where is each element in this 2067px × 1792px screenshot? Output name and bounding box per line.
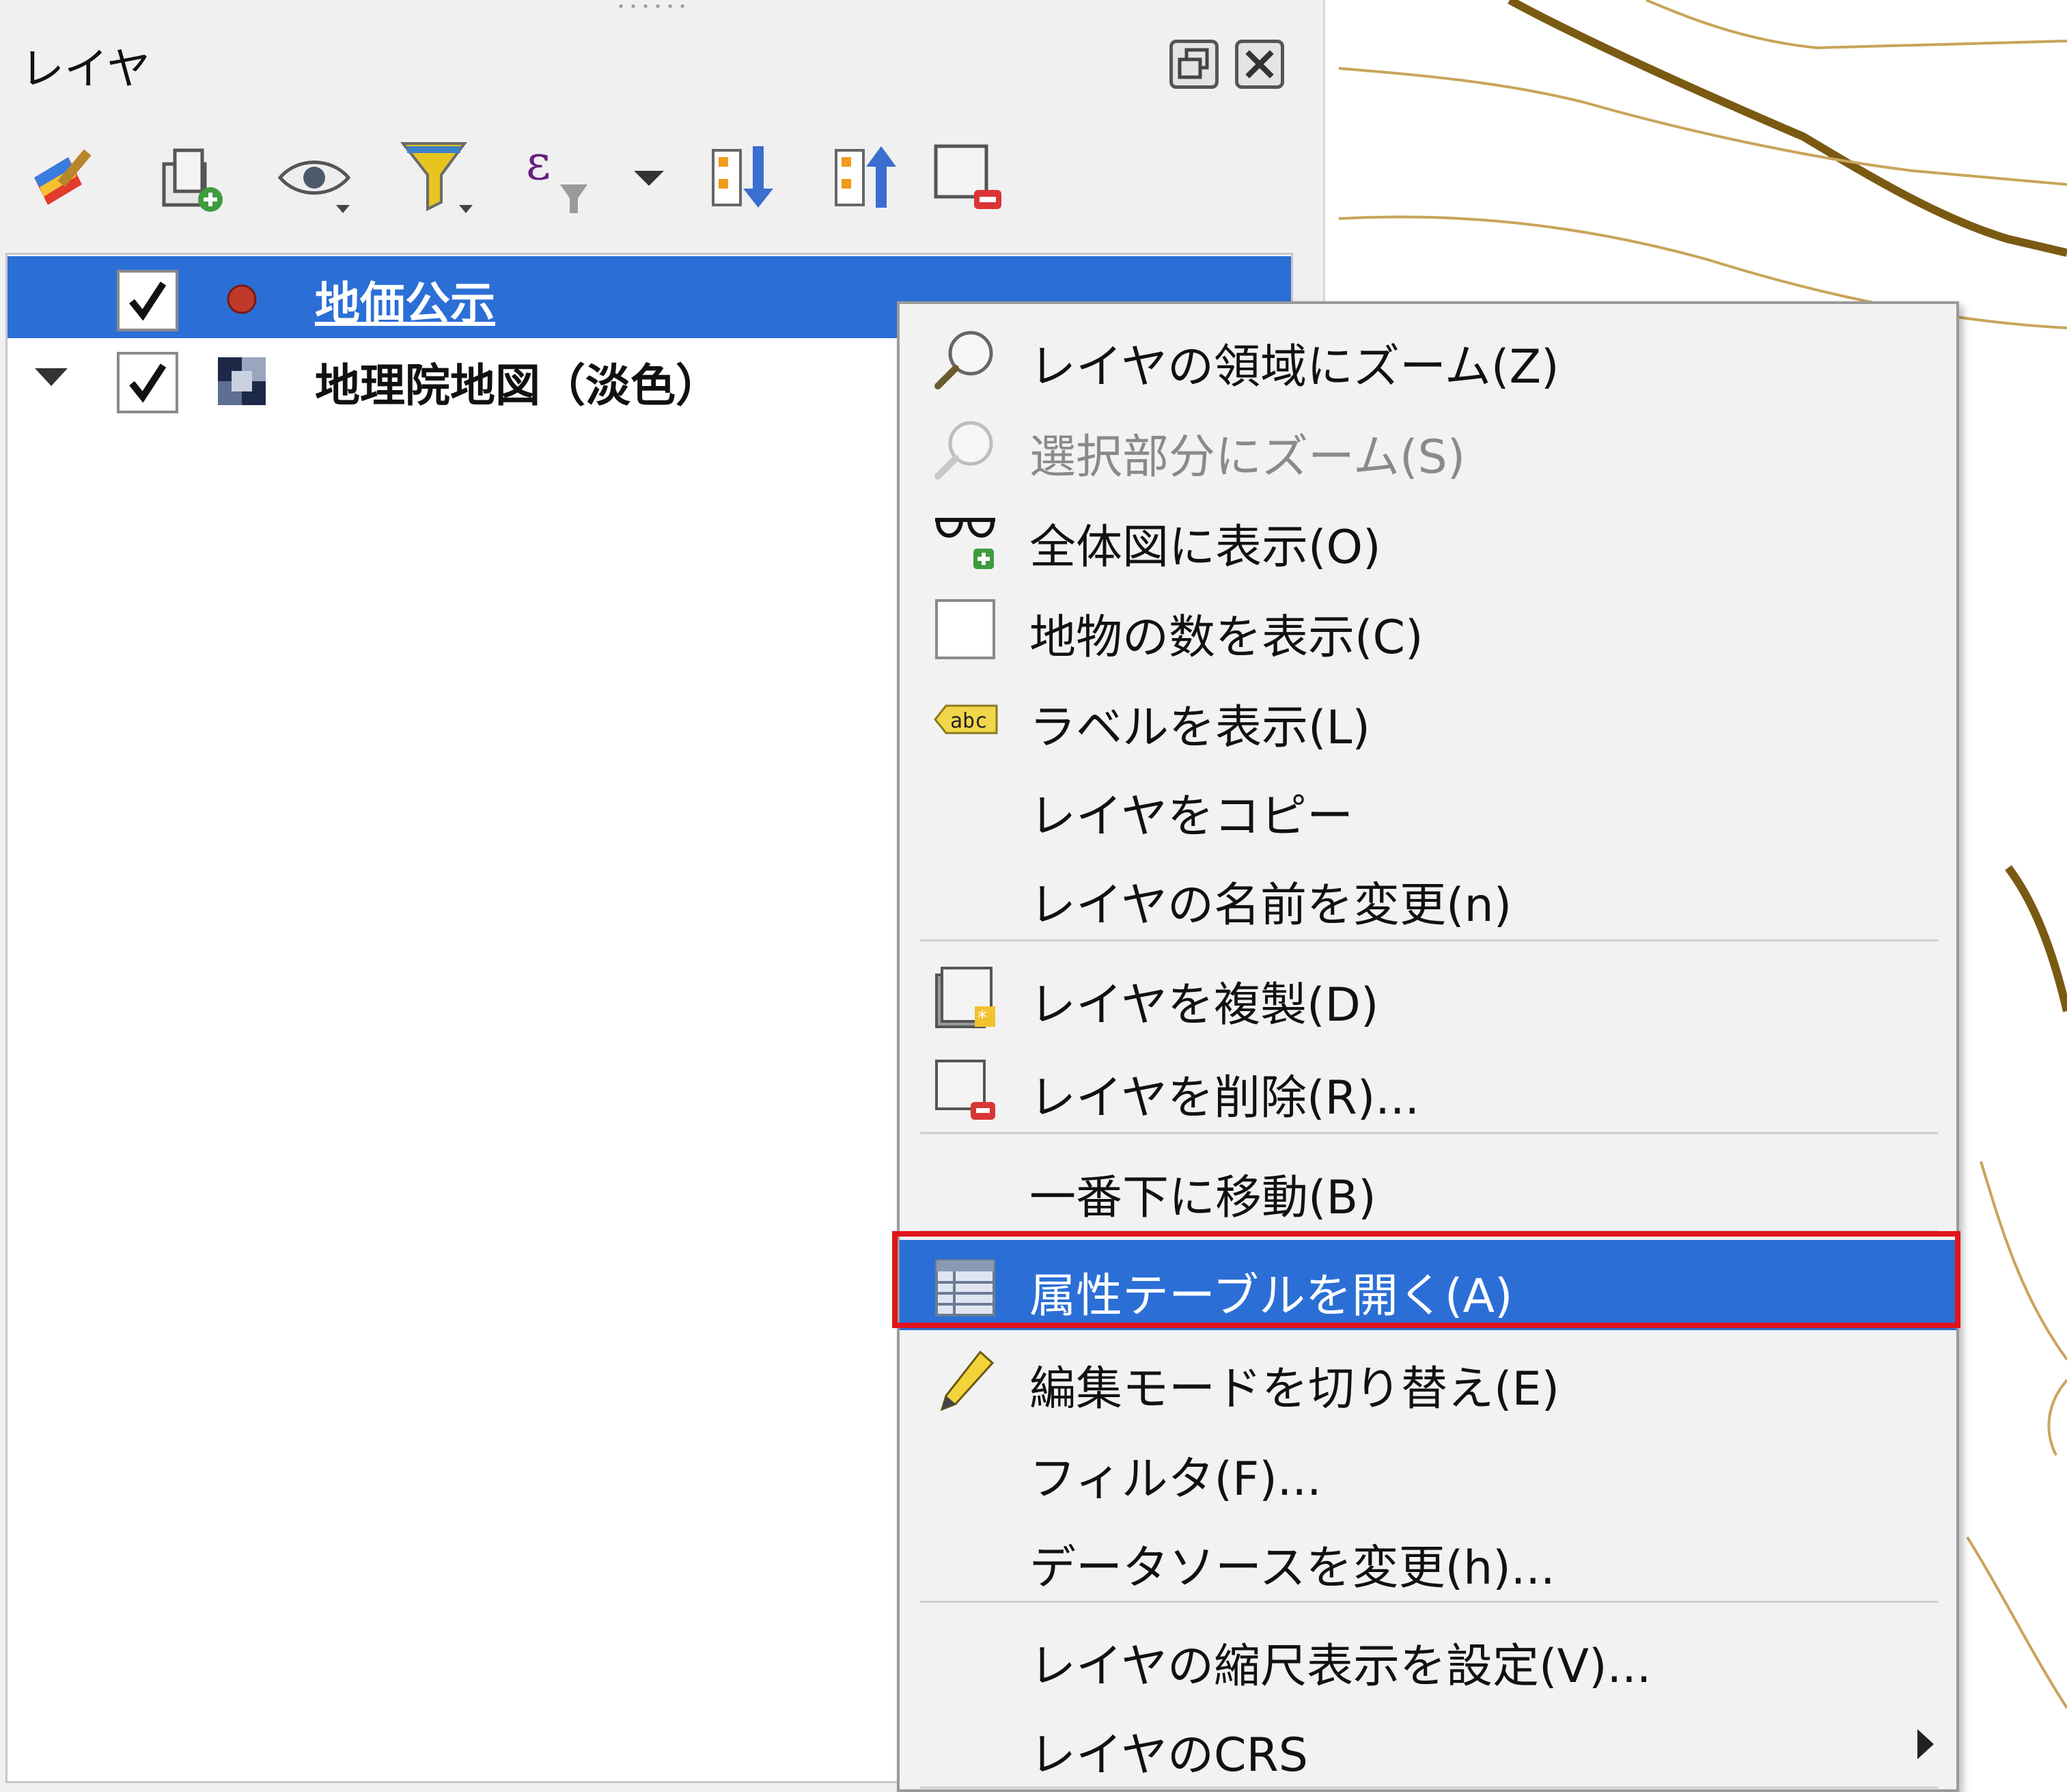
float-window-icon <box>1178 48 1209 79</box>
menu-separator <box>920 1601 1938 1603</box>
expand-all-icon <box>712 146 773 208</box>
menu-item-change-datasource[interactable]: データソースを変更(h)... <box>900 1512 1956 1602</box>
menu-item-label: 属性テーブルを開く(A) <box>1029 1269 1513 1323</box>
layer-name[interactable]: 地価公示 <box>315 267 495 333</box>
menu-item-label: 一番下に移動(B) <box>1029 1171 1376 1225</box>
menu-separator <box>920 1787 1938 1789</box>
menu-item-toggle-editing[interactable]: 編集モードを切り替え(E) <box>900 1333 1956 1423</box>
menu-separator <box>920 939 1938 941</box>
close-panel-button[interactable] <box>1235 40 1284 89</box>
remove-layer-icon <box>934 144 1001 209</box>
visibility-button[interactable] <box>266 130 362 225</box>
remove-layer-button[interactable] <box>922 130 1018 225</box>
menu-separator <box>920 1132 1938 1134</box>
menu-item-label: レイヤの名前を変更(n) <box>1029 879 1512 933</box>
expression-dropdown-button[interactable] <box>622 130 676 225</box>
menu-item-copy-layer[interactable]: レイヤをコピー <box>900 760 1956 851</box>
attribute-table-icon <box>935 1259 995 1317</box>
dock-grip-handle[interactable] <box>615 3 690 10</box>
svg-text:abc: abc <box>950 709 987 733</box>
menu-item-label: 編集モードを切り替え(E) <box>1029 1362 1560 1416</box>
menu-item-label: 選択部分にズーム(S) <box>1029 430 1466 484</box>
expand-all-button[interactable] <box>697 130 792 225</box>
overview-glasses-icon <box>935 518 995 569</box>
menu-item-label: ラベルを表示(L) <box>1029 701 1370 755</box>
layer-name[interactable]: 地理院地図（淡色） <box>315 349 721 415</box>
menu-item-rename-layer[interactable]: レイヤの名前を変更(n) <box>900 849 1956 939</box>
menu-item-label: データソースを変更(h)... <box>1029 1541 1555 1595</box>
menu-item-label: レイヤのCRS <box>1029 1728 1308 1782</box>
checkbox-icon <box>935 599 995 659</box>
menu-item-show-feature-count[interactable]: 地物の数を表示(C) <box>900 581 1956 672</box>
expression-filter-button[interactable]: ε <box>512 130 608 225</box>
menu-item-show-labels[interactable]: abc ラベルを表示(L) <box>900 672 1956 762</box>
menu-item-filter[interactable]: フィルタ(F)... <box>900 1423 1956 1513</box>
menu-item-layer-crs[interactable]: レイヤのCRS <box>900 1699 1956 1789</box>
menu-item-move-to-bottom[interactable]: 一番下に移動(B) <box>900 1142 1956 1232</box>
zoom-layer-icon <box>934 331 993 389</box>
style-manager-button[interactable] <box>20 130 116 225</box>
menu-item-zoom-to-selection[interactable]: 選択部分にズーム(S) <box>900 401 1956 491</box>
edit-pencil-icon <box>940 1350 995 1411</box>
expand-arrow-icon[interactable] <box>35 368 68 386</box>
point-layer-icon <box>227 284 257 314</box>
menu-separator <box>920 1230 1938 1232</box>
visibility-eye-icon <box>277 161 351 213</box>
menu-item-open-attribute-table[interactable]: 属性テーブルを開く(A) <box>900 1240 1956 1330</box>
float-panel-button[interactable] <box>1169 40 1219 89</box>
layer-context-menu: レイヤの領域にズーム(Z) 選択部分にズーム(S) 全体図に表示(O) 地物の数… <box>897 301 1959 1792</box>
svg-text:ε: ε <box>526 137 551 191</box>
menu-item-remove-layer[interactable]: レイヤを削除(R)... <box>900 1042 1956 1132</box>
add-group-button[interactable] <box>143 130 239 225</box>
submenu-arrow-icon <box>1917 1729 1934 1759</box>
check-icon <box>129 281 167 321</box>
raster-layer-icon <box>218 357 266 405</box>
menu-item-label: レイヤを削除(R)... <box>1029 1071 1420 1125</box>
panel-title: レイヤ <box>20 44 151 95</box>
menu-item-duplicate-layer[interactable]: * レイヤを複製(D) <box>900 949 1956 1039</box>
layers-toolbar: ε <box>20 130 1018 232</box>
duplicate-layer-icon: * <box>935 967 995 1029</box>
menu-item-label: 地物の数を表示(C) <box>1029 611 1424 665</box>
close-icon <box>1245 50 1274 79</box>
remove-layer-icon <box>935 1060 995 1120</box>
chevron-down-icon <box>634 171 664 186</box>
layer-style-brush-icon <box>34 149 92 205</box>
menu-item-label: 全体図に表示(O) <box>1029 521 1381 575</box>
zoom-selection-icon <box>934 421 993 480</box>
menu-item-zoom-to-layer[interactable]: レイヤの領域にズーム(Z) <box>900 311 1956 401</box>
filter-legend-button[interactable] <box>389 130 485 225</box>
svg-text:*: * <box>977 1006 987 1029</box>
layer-visibility-checkbox[interactable] <box>117 270 178 331</box>
menu-item-set-scale-visibility[interactable]: レイヤの縮尺表示を設定(V)... <box>900 1610 1956 1700</box>
menu-item-label: レイヤをコピー <box>1029 790 1353 844</box>
collapse-all-button[interactable] <box>820 130 915 225</box>
check-icon <box>129 363 167 403</box>
layer-visibility-checkbox[interactable] <box>117 352 178 413</box>
expression-filter-icon: ε <box>526 137 587 213</box>
add-group-icon <box>162 148 223 212</box>
collapse-all-icon <box>835 146 896 208</box>
label-abc-icon: abc <box>934 704 998 734</box>
filter-funnel-icon <box>400 142 473 213</box>
menu-item-label: レイヤの領域にズーム(Z) <box>1029 340 1559 394</box>
menu-item-show-in-overview[interactable]: 全体図に表示(O) <box>900 491 1956 581</box>
menu-item-label: レイヤを複製(D) <box>1029 978 1379 1032</box>
menu-item-label: フィルタ(F)... <box>1029 1452 1322 1506</box>
menu-item-label: レイヤの縮尺表示を設定(V)... <box>1029 1640 1652 1694</box>
